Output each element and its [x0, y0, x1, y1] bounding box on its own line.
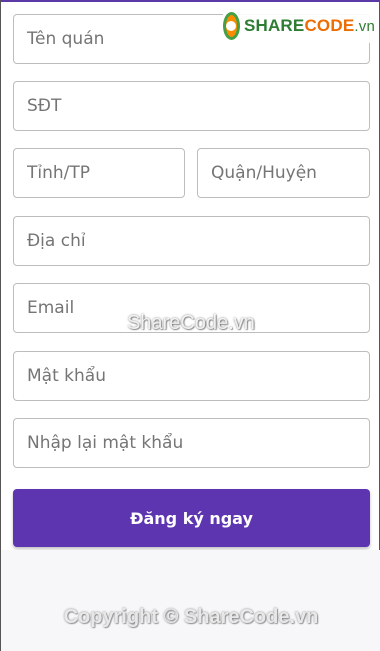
email-field[interactable] [13, 283, 370, 333]
bottom-area [1, 550, 380, 651]
address-field[interactable] [13, 216, 370, 266]
phone-input[interactable] [27, 82, 369, 130]
password-field[interactable] [13, 351, 370, 401]
district-input[interactable] [211, 149, 369, 197]
email-input[interactable] [27, 284, 369, 332]
register-button[interactable]: Đăng ký ngay [13, 489, 370, 547]
phone-field[interactable] [13, 81, 370, 131]
address-input[interactable] [27, 217, 369, 265]
sharecode-logo-icon [223, 12, 240, 40]
logo-text: SHARECODE.vn [244, 16, 375, 36]
logo-text-code: CODE [304, 16, 355, 35]
logo-text-share: SHARE [243, 16, 305, 35]
logo-text-vn: .vn [354, 18, 375, 35]
confirm-password-field[interactable] [13, 418, 370, 468]
sharecode-logo: SHARECODE.vn [223, 9, 375, 43]
province-input[interactable] [27, 149, 184, 197]
district-field[interactable] [197, 148, 370, 198]
top-accent-strip [1, 0, 380, 2]
province-field[interactable] [13, 148, 185, 198]
password-input[interactable] [27, 352, 369, 400]
confirm-password-input[interactable] [27, 419, 369, 467]
